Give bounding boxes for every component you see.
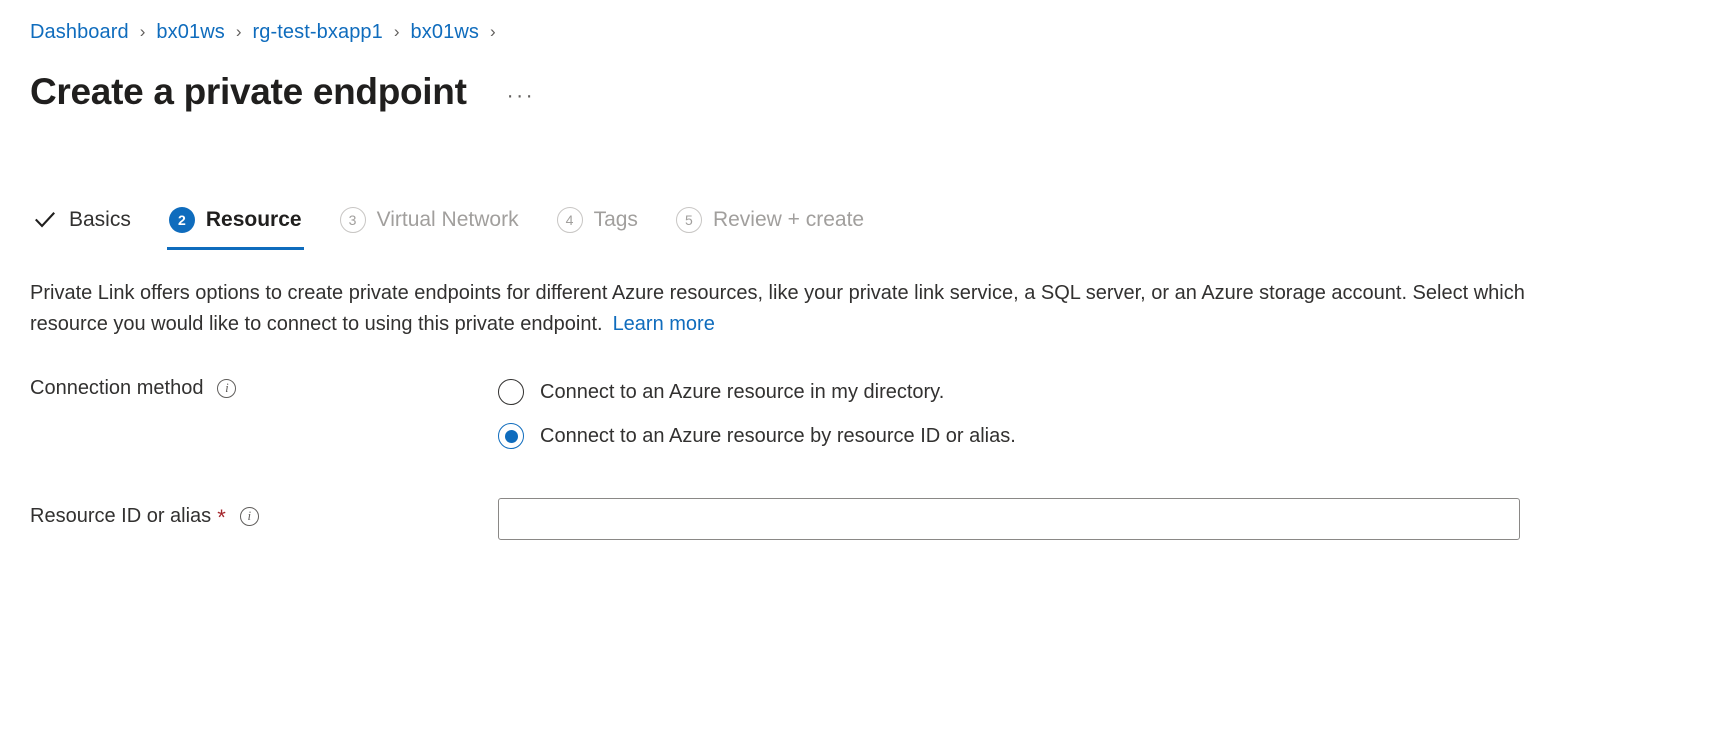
breadcrumb: Dashboard › bx01ws › rg-test-bxapp1 › bx… bbox=[30, 0, 1690, 58]
field-connection-method: Connection method i Connect to an Azure … bbox=[30, 370, 1690, 458]
resource-id-label-group: Resource ID or alias * i bbox=[30, 498, 498, 530]
radio-label-connect-by-resource-id: Connect to an Azure resource by resource… bbox=[540, 425, 1016, 447]
wizard-tabs: Basics 2 Resource 3 Virtual Network 4 Ta… bbox=[30, 206, 1690, 250]
connection-method-options: Connect to an Azure resource in my direc… bbox=[498, 370, 1690, 458]
breadcrumb-item-bx01ws-2[interactable]: bx01ws bbox=[411, 21, 479, 44]
radio-dot bbox=[504, 429, 518, 443]
breadcrumb-item-dashboard[interactable]: Dashboard bbox=[30, 21, 129, 44]
info-icon[interactable]: i bbox=[239, 506, 259, 526]
tab-label-basics: Basics bbox=[69, 208, 131, 231]
radio-unselected-icon bbox=[498, 379, 524, 405]
connection-method-label: Connection method bbox=[30, 377, 204, 399]
breadcrumb-separator-icon: › bbox=[139, 21, 146, 41]
check-icon bbox=[32, 207, 58, 233]
breadcrumb-separator-icon: › bbox=[489, 21, 496, 41]
info-icon[interactable]: i bbox=[217, 378, 237, 398]
tab-review-create[interactable]: 5 Review + create bbox=[674, 198, 866, 250]
tab-virtual-network[interactable]: 3 Virtual Network bbox=[338, 198, 521, 250]
breadcrumb-separator-icon: › bbox=[235, 21, 242, 41]
step-number-4-icon: 4 bbox=[556, 207, 583, 233]
tab-tags[interactable]: 4 Tags bbox=[555, 198, 640, 250]
page-description-text: Private Link offers options to create pr… bbox=[30, 282, 1525, 335]
radio-connect-by-resource-id[interactable]: Connect to an Azure resource by resource… bbox=[498, 414, 1690, 458]
breadcrumb-separator-icon: › bbox=[393, 21, 400, 41]
create-private-endpoint-page: Dashboard › bx01ws › rg-test-bxapp1 › bx… bbox=[0, 0, 1720, 738]
tab-resource[interactable]: 2 Resource bbox=[166, 198, 304, 250]
more-options-icon[interactable]: ··· bbox=[503, 83, 539, 109]
page-description: Private Link offers options to create pr… bbox=[30, 278, 1530, 340]
connection-method-label-group: Connection method i bbox=[30, 370, 498, 402]
breadcrumb-item-bx01ws[interactable]: bx01ws bbox=[156, 21, 224, 44]
tab-label-tags: Tags bbox=[593, 208, 638, 231]
tab-label-virtual-network: Virtual Network bbox=[376, 208, 519, 231]
resource-form: Connection method i Connect to an Azure … bbox=[30, 370, 1690, 540]
resource-id-input[interactable] bbox=[498, 498, 1520, 540]
learn-more-link[interactable]: Learn more bbox=[613, 313, 715, 335]
step-number-5-icon: 5 bbox=[675, 207, 702, 233]
page-title: Create a private endpoint bbox=[30, 71, 467, 112]
page-header: Create a private endpoint ··· bbox=[30, 66, 1690, 118]
radio-label-connect-in-directory: Connect to an Azure resource in my direc… bbox=[540, 381, 945, 403]
radio-dot bbox=[505, 386, 518, 399]
field-resource-id: Resource ID or alias * i bbox=[30, 498, 1690, 540]
form-spacer bbox=[30, 464, 1690, 498]
step-number-2-icon: 2 bbox=[168, 207, 195, 233]
resource-id-control bbox=[498, 498, 1690, 540]
tab-label-review-create: Review + create bbox=[712, 208, 865, 231]
required-asterisk: * bbox=[217, 505, 226, 530]
tab-basics[interactable]: Basics bbox=[30, 198, 133, 250]
resource-id-label: Resource ID or alias bbox=[30, 505, 212, 527]
radio-selected-icon bbox=[498, 423, 524, 449]
breadcrumb-item-rg-test-bxapp1[interactable]: rg-test-bxapp1 bbox=[253, 21, 383, 44]
radio-connect-in-directory[interactable]: Connect to an Azure resource in my direc… bbox=[498, 370, 1690, 414]
tab-label-resource: Resource bbox=[205, 208, 302, 231]
step-number-3-icon: 3 bbox=[339, 207, 366, 233]
